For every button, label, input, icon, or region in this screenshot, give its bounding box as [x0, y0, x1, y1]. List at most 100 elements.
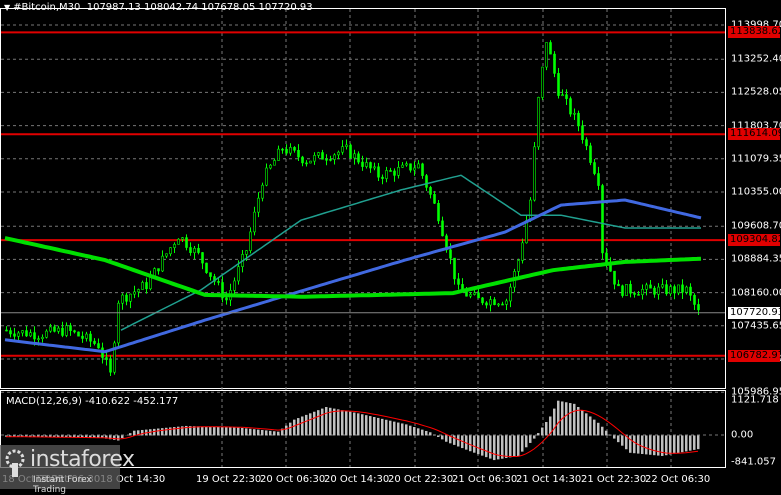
macd-hist-bar — [565, 402, 568, 435]
macd-hist-bar — [293, 420, 296, 436]
macd-hist-bar — [237, 428, 240, 436]
macd-hist-bar — [205, 427, 208, 436]
candle-body — [78, 332, 80, 336]
candle-body — [578, 113, 580, 126]
candle-body — [406, 164, 408, 165]
candle-body — [182, 238, 184, 240]
candle-body — [42, 337, 44, 338]
candle-body — [538, 97, 540, 146]
candle-body — [650, 285, 652, 288]
macd-hist-bar — [489, 435, 492, 458]
candle-body — [326, 159, 328, 160]
candle-body — [378, 167, 380, 177]
level-price-label: 106782.97 — [728, 350, 780, 362]
candle-body — [158, 269, 160, 271]
candle-body — [574, 113, 576, 114]
macd-hist-bar — [361, 414, 364, 435]
candle-body — [506, 301, 508, 304]
macd-hist-bar — [685, 435, 688, 451]
macd-hist-bar — [569, 403, 572, 435]
macd-hist-bar — [345, 411, 348, 435]
candle-body — [418, 164, 420, 168]
candle-body — [678, 285, 680, 293]
candle-body — [314, 155, 316, 161]
candle-body — [346, 145, 348, 147]
macd-hist-bar — [393, 422, 396, 436]
candle-body — [546, 42, 548, 67]
macd-hist-bar — [309, 413, 312, 435]
candle-body — [630, 284, 632, 293]
candle-body — [454, 258, 456, 279]
macd-hist-bar — [597, 423, 600, 436]
macd-hist-bar — [585, 413, 588, 435]
candle-body — [342, 147, 344, 153]
macd-hist-bar — [469, 435, 472, 451]
macd-hist-bar — [381, 419, 384, 436]
candle-body — [530, 200, 532, 220]
candle-body — [274, 161, 276, 166]
candle-body — [262, 185, 264, 198]
macd-hist-bar — [669, 435, 672, 454]
candle-body — [302, 157, 304, 163]
candle-body — [70, 326, 72, 331]
candle-body — [122, 295, 124, 303]
candle-body — [330, 159, 332, 160]
macd-hist-bar — [665, 435, 668, 455]
candle-body — [478, 293, 480, 298]
candle-body — [426, 176, 428, 188]
candle-body — [130, 294, 132, 301]
macd-hist-bar — [229, 427, 232, 435]
macd-hist-bar — [197, 426, 200, 435]
macd-hist-bar — [577, 407, 580, 435]
price-tick-label: 109608.70 — [731, 221, 781, 232]
macd-hist-bar — [129, 433, 132, 435]
macd-hist-bar — [153, 429, 156, 436]
candle-body — [414, 168, 416, 170]
macd-hist-bar — [689, 435, 692, 450]
candle-body — [10, 331, 12, 334]
macd-hist-bar — [457, 435, 460, 446]
candle-body — [694, 295, 696, 304]
macd-hist-bar — [413, 427, 416, 435]
candle-body — [442, 221, 444, 236]
candle-body — [198, 248, 200, 252]
macd-hist-bar — [629, 435, 632, 452]
macd-hist-bar — [621, 435, 624, 445]
macd-hist-bar — [445, 435, 448, 441]
macd-hist-bar — [273, 431, 276, 435]
candle-body — [22, 331, 24, 333]
macd-tick-label: -841.057 — [731, 457, 776, 468]
price-chart[interactable] — [0, 0, 781, 489]
macd-hist-bar — [633, 435, 636, 453]
macd-hist-bar — [593, 420, 596, 436]
candle-body — [618, 284, 620, 286]
candle-body — [658, 287, 660, 294]
macd-hist-bar — [521, 435, 524, 451]
macd-hist-bar — [117, 435, 120, 440]
macd-hist-bar — [305, 415, 308, 436]
candle-body — [422, 164, 424, 176]
candle-body — [390, 170, 392, 171]
macd-hist-bar — [589, 416, 592, 435]
macd-hist-bar — [673, 435, 676, 453]
macd-hist-bar — [389, 421, 392, 436]
candle-body — [542, 67, 544, 97]
candle-body — [258, 198, 260, 212]
candle-body — [522, 243, 524, 261]
macd-hist-bar — [245, 428, 248, 435]
candle-body — [310, 161, 312, 163]
macd-hist-bar — [113, 435, 116, 439]
candle-body — [614, 271, 616, 284]
macd-hist-bar — [217, 427, 220, 436]
macd-hist-bar — [573, 404, 576, 436]
macd-hist-bar — [337, 409, 340, 435]
macd-hist-bar — [505, 435, 508, 458]
candle-body — [98, 344, 100, 348]
macd-hist-bar — [325, 407, 328, 435]
candle-body — [582, 126, 584, 140]
macd-hist-bar — [525, 435, 528, 447]
candle-body — [146, 282, 148, 288]
level-price-label: 113838.62 — [728, 26, 780, 38]
candle-body — [30, 333, 32, 336]
macd-hist-bar — [429, 432, 432, 435]
